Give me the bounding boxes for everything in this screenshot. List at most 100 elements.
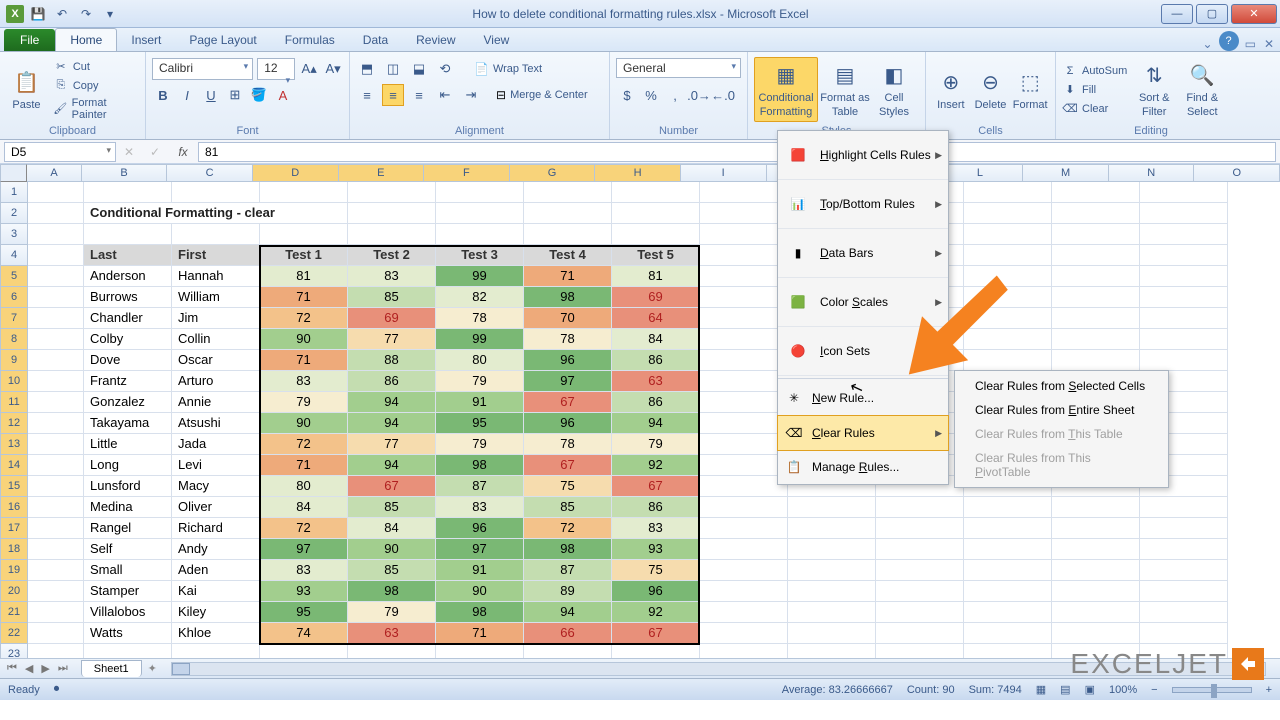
align-left-button[interactable]: ≡ [356, 84, 378, 106]
cell[interactable]: 86 [348, 371, 436, 392]
cell[interactable]: 78 [524, 434, 612, 455]
cell[interactable] [1052, 203, 1140, 224]
cell[interactable] [1052, 308, 1140, 329]
column-header[interactable]: D [253, 164, 339, 182]
find-select-button[interactable]: 🔍Find & Select [1181, 60, 1223, 118]
cell[interactable]: 92 [612, 602, 700, 623]
align-middle-button[interactable]: ◫ [382, 58, 404, 80]
cell[interactable]: 97 [524, 371, 612, 392]
view-tab[interactable]: View [470, 29, 524, 51]
cell[interactable] [700, 560, 788, 581]
row-header[interactable]: 23 [0, 644, 28, 658]
cell[interactable] [28, 434, 84, 455]
cell[interactable]: Andy [172, 539, 260, 560]
cell[interactable]: 94 [612, 413, 700, 434]
row-header[interactable]: 21 [0, 602, 28, 623]
cell[interactable] [28, 644, 84, 658]
format-painter-button[interactable]: 🖌Format Painter [53, 97, 139, 121]
cell[interactable] [964, 602, 1052, 623]
cell[interactable]: 69 [612, 287, 700, 308]
cell[interactable]: Gonzalez [84, 392, 172, 413]
cell[interactable]: 90 [260, 413, 348, 434]
cell[interactable]: 84 [260, 497, 348, 518]
row-header[interactable]: 19 [0, 560, 28, 581]
cell[interactable] [876, 581, 964, 602]
cell[interactable] [84, 182, 172, 203]
cell[interactable] [700, 371, 788, 392]
cell[interactable] [1140, 560, 1228, 581]
row-header[interactable]: 10 [0, 371, 28, 392]
cell[interactable]: 92 [612, 455, 700, 476]
cell[interactable]: Chandler [84, 308, 172, 329]
cell[interactable] [28, 497, 84, 518]
cell[interactable]: 91 [436, 560, 524, 581]
underline-button[interactable]: U [200, 84, 222, 106]
cell[interactable] [788, 497, 876, 518]
cell[interactable]: 96 [524, 413, 612, 434]
cell[interactable]: 66 [524, 623, 612, 644]
row-header[interactable]: 4 [0, 245, 28, 266]
paste-button[interactable]: 📋 Paste [6, 67, 47, 112]
column-header[interactable]: N [1109, 164, 1195, 182]
cell[interactable] [348, 644, 436, 658]
workbook-close-icon[interactable]: ✕ [1264, 37, 1274, 51]
cell[interactable] [436, 644, 524, 658]
cell[interactable]: 86 [612, 497, 700, 518]
cell[interactable] [28, 455, 84, 476]
fill-color-button[interactable]: 🪣 [248, 84, 270, 106]
cell[interactable] [28, 329, 84, 350]
cell[interactable] [524, 203, 612, 224]
cell[interactable]: Rangel [84, 518, 172, 539]
zoom-in-icon[interactable]: + [1266, 684, 1272, 696]
view-layout-icon[interactable]: ▤ [1060, 683, 1070, 696]
cell[interactable] [964, 182, 1052, 203]
row-header[interactable]: 7 [0, 308, 28, 329]
number-format-select[interactable]: General [616, 58, 741, 78]
insert-tab[interactable]: Insert [117, 29, 175, 51]
row-header[interactable]: 12 [0, 413, 28, 434]
cell[interactable] [1052, 182, 1140, 203]
cf-clear-rules[interactable]: ⌫Clear Rules▶ [777, 415, 949, 451]
cell[interactable]: 67 [524, 455, 612, 476]
undo-icon[interactable]: ↶ [52, 4, 72, 24]
cell[interactable]: 78 [524, 329, 612, 350]
cell[interactable] [1140, 224, 1228, 245]
cell[interactable] [28, 623, 84, 644]
cf-data-bars[interactable]: ▮Data Bars▶ [778, 229, 948, 278]
zoom-slider[interactable] [1172, 687, 1252, 693]
name-box[interactable]: D5 [4, 142, 116, 162]
cell[interactable]: 83 [612, 518, 700, 539]
cell[interactable]: 85 [348, 287, 436, 308]
cell[interactable]: 71 [260, 287, 348, 308]
cell[interactable]: 67 [612, 476, 700, 497]
cell[interactable] [964, 224, 1052, 245]
view-pagebreak-icon[interactable]: ▣ [1085, 683, 1095, 696]
cell[interactable] [28, 350, 84, 371]
row-header[interactable]: 18 [0, 539, 28, 560]
borders-button[interactable]: ⊞ [224, 84, 246, 106]
cell[interactable] [524, 224, 612, 245]
cell[interactable]: Test 4 [524, 245, 612, 266]
cell[interactable] [172, 224, 260, 245]
cell[interactable]: 64 [612, 308, 700, 329]
cell[interactable] [700, 287, 788, 308]
cell[interactable]: 83 [436, 497, 524, 518]
cell[interactable]: Long [84, 455, 172, 476]
column-header[interactable]: O [1194, 164, 1280, 182]
file-tab[interactable]: File [4, 29, 55, 51]
cell[interactable] [876, 539, 964, 560]
cell-styles-button[interactable]: ◧ Cell Styles [872, 60, 916, 118]
cell[interactable]: Small [84, 560, 172, 581]
cell[interactable]: 87 [436, 476, 524, 497]
cell[interactable]: 88 [348, 350, 436, 371]
cell[interactable]: 72 [524, 518, 612, 539]
page-layout-tab[interactable]: Page Layout [175, 29, 270, 51]
formulas-tab[interactable]: Formulas [271, 29, 349, 51]
increase-decimal-button[interactable]: .0→ [688, 84, 710, 106]
cell[interactable] [1140, 245, 1228, 266]
cell[interactable] [700, 329, 788, 350]
cell[interactable] [964, 581, 1052, 602]
column-header[interactable]: H [595, 164, 681, 182]
cell[interactable]: 63 [612, 371, 700, 392]
cell[interactable]: Kiley [172, 602, 260, 623]
